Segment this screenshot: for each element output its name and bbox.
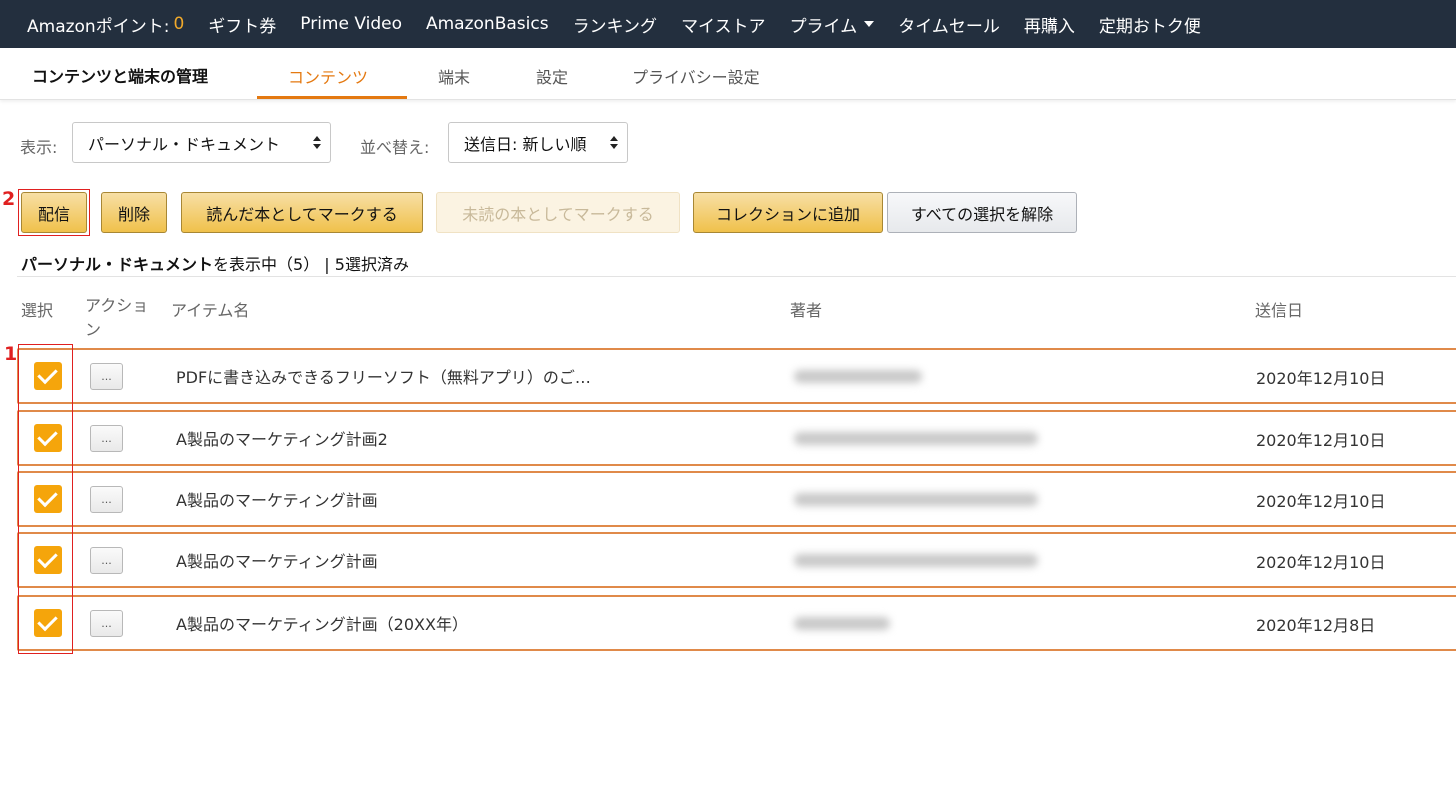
mark-read-button[interactable]: 読んだ本としてマークする (181, 192, 423, 233)
item-title[interactable]: A製品のマーケティング計画 (176, 548, 378, 572)
table-row[interactable]: ... A製品のマーケティング計画（20XX年） 2020年12月8日 (17, 595, 1456, 651)
show-select[interactable]: パーソナル・ドキュメント (72, 122, 331, 163)
deliver-button[interactable]: 配信 (21, 192, 87, 233)
nav-amazon-points[interactable]: Amazonポイント: 0 (27, 12, 184, 37)
nav-buy-again[interactable]: 再購入 (1024, 12, 1075, 37)
select-arrows-icon (610, 136, 618, 150)
step-marker-1: 1 (4, 343, 18, 365)
show-select-value: パーソナル・ドキュメント (88, 134, 281, 154)
sub-nav: コンテンツと端末の管理 コンテンツ 端末 設定 プライバシー設定 (0, 48, 1456, 100)
sent-date: 2020年12月8日 (1256, 616, 1376, 635)
section-title: コンテンツと端末の管理 (32, 67, 209, 86)
item-title[interactable]: A製品のマーケティング計画 (176, 487, 378, 511)
table-row[interactable]: ... PDFに書き込みできるフリーソフト（無料アプリ）のご… 2020年12月… (17, 348, 1456, 404)
nav-time-sale[interactable]: タイムセール (898, 12, 1000, 37)
author-redacted (794, 432, 1038, 445)
author-redacted (794, 370, 922, 383)
select-arrows-icon (313, 136, 321, 150)
divider (17, 276, 1456, 277)
list-summary: パーソナル・ドキュメントを表示中（5） | 5選択済み (21, 251, 409, 275)
sent-date: 2020年12月10日 (1256, 431, 1386, 450)
add-to-collection-button[interactable]: コレクションに追加 (693, 192, 883, 233)
item-title[interactable]: A製品のマーケティング計画2 (176, 426, 388, 450)
summary-category: パーソナル・ドキュメント (21, 255, 214, 274)
summary-showing: を表示中（5） (213, 255, 320, 274)
more-actions-button[interactable]: ... (90, 425, 123, 452)
author-redacted (794, 554, 1038, 567)
tab-devices[interactable]: 端末 (438, 64, 470, 88)
header-author[interactable]: 著者 (790, 297, 822, 321)
deselect-all-button[interactable]: すべての選択を解除 (887, 192, 1077, 233)
more-actions-button[interactable]: ... (90, 486, 123, 513)
header-sent-date[interactable]: 送信日 (1255, 297, 1303, 321)
header-item-name[interactable]: アイテム名 (171, 297, 249, 321)
table-row[interactable]: ... A製品のマーケティング計画 2020年12月10日 (17, 532, 1456, 588)
mark-unread-button: 未読の本としてマークする (436, 192, 680, 233)
sort-select-value: 送信日: 新しい順 (464, 134, 587, 154)
nav-my-store[interactable]: マイストア (681, 12, 766, 37)
sent-date: 2020年12月10日 (1256, 369, 1386, 388)
table-row[interactable]: ... A製品のマーケティング計画 2020年12月10日 (17, 471, 1456, 527)
show-label: 表示: (20, 138, 58, 157)
sent-date: 2020年12月10日 (1256, 553, 1386, 572)
nav-amazon-basics[interactable]: AmazonBasics (426, 14, 549, 34)
more-actions-button[interactable]: ... (90, 363, 123, 390)
tab-settings[interactable]: 設定 (536, 64, 568, 88)
sent-date: 2020年12月10日 (1256, 492, 1386, 511)
nav-prime-video[interactable]: Prime Video (300, 14, 402, 34)
points-value: 0 (173, 14, 185, 34)
select-column-highlight (18, 344, 73, 654)
more-actions-button[interactable]: ... (90, 610, 123, 637)
more-actions-button[interactable]: ... (90, 547, 123, 574)
item-title[interactable]: A製品のマーケティング計画（20XX年） (176, 611, 468, 635)
header-action: アクション (85, 296, 149, 339)
active-tab-indicator (257, 96, 407, 99)
nav-ranking[interactable]: ランキング (573, 12, 658, 37)
points-label: Amazonポイント: (27, 16, 170, 37)
prime-label: プライム (789, 16, 858, 37)
table-row[interactable]: ... A製品のマーケティング計画2 2020年12月10日 (17, 410, 1456, 466)
sort-label: 並べ替え: (360, 138, 430, 157)
tab-content[interactable]: コンテンツ (288, 64, 368, 88)
caret-down-icon (864, 21, 875, 27)
delete-button[interactable]: 削除 (101, 192, 167, 233)
nav-prime[interactable]: プライム (790, 12, 875, 37)
nav-subscribe-save[interactable]: 定期おトク便 (1099, 12, 1201, 37)
tab-privacy-settings[interactable]: プライバシー設定 (632, 64, 760, 88)
author-redacted (794, 493, 1038, 506)
nav-gift-cards[interactable]: ギフト券 (208, 12, 276, 37)
step-marker-2: 2 (2, 188, 16, 210)
header-select: 選択 (21, 301, 54, 320)
top-nav: Amazonポイント: 0 ギフト券 Prime Video AmazonBas… (0, 0, 1456, 48)
author-redacted (794, 617, 890, 630)
sort-select[interactable]: 送信日: 新しい順 (448, 122, 628, 163)
item-title[interactable]: PDFに書き込みできるフリーソフト（無料アプリ）のご… (176, 364, 591, 388)
summary-selected: | 5選択済み (324, 255, 409, 274)
